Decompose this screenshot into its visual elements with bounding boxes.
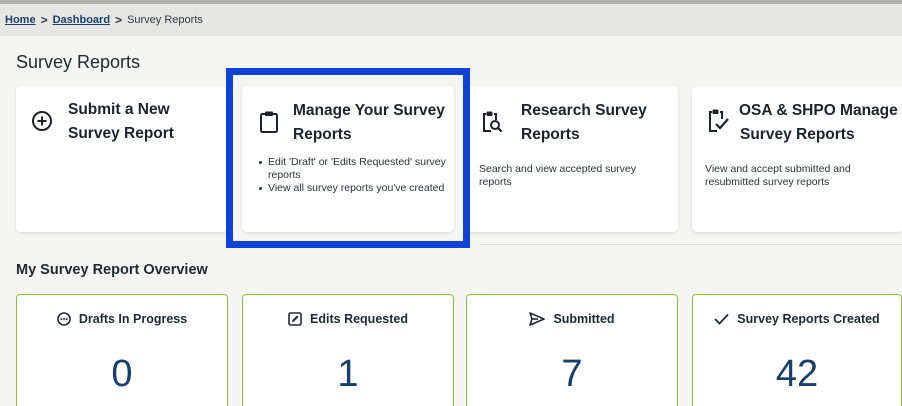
divider	[480, 244, 902, 245]
stat-label: Edits Requested	[310, 312, 408, 326]
card-description: View and accept submitted and resubmitte…	[705, 163, 851, 188]
edit-square-icon	[288, 312, 302, 326]
breadcrumb-separator: >	[115, 13, 123, 27]
dots-circle-icon	[57, 312, 71, 326]
send-icon	[529, 312, 546, 326]
overview-section-title: My Survey Report Overview	[16, 262, 208, 278]
list-item: Edit 'Draft' or 'Edits Requested' survey…	[258, 156, 448, 182]
plus-circle-icon	[31, 110, 53, 132]
stat-card-submitted[interactable]: Submitted 7	[466, 294, 678, 406]
card-title: Research Survey Reports	[521, 102, 647, 143]
osa-shpo-manage-card[interactable]: OSA & SHPO Manage Survey Reports View an…	[692, 86, 902, 232]
breadcrumb-separator: >	[40, 13, 48, 27]
stat-value: 1	[337, 353, 359, 395]
clipboard-search-icon	[480, 110, 504, 134]
stat-card-drafts[interactable]: Drafts In Progress 0	[16, 294, 228, 406]
breadcrumb-home-link[interactable]: Home	[5, 14, 36, 26]
card-title: OSA & SHPO Manage Survey Reports	[739, 102, 898, 143]
submit-survey-report-card[interactable]: Submit a New Survey Report	[16, 86, 228, 232]
stat-label: Submitted	[553, 312, 615, 326]
clipboard-check-icon	[706, 108, 730, 134]
stat-value: 42	[775, 353, 819, 395]
card-description: Search and view accepted survey reports	[479, 163, 637, 188]
breadcrumb-dashboard-link[interactable]: Dashboard	[53, 14, 110, 26]
card-bullet-list: Edit 'Draft' or 'Edits Requested' survey…	[258, 156, 448, 195]
stat-label: Survey Reports Created	[737, 312, 880, 326]
card-title: Manage Your Survey Reports	[293, 102, 445, 143]
stat-value: 0	[111, 353, 133, 395]
page-title: Survey Reports	[16, 52, 141, 72]
research-survey-reports-card[interactable]: Research Survey Reports Search and view …	[466, 86, 678, 232]
breadcrumb: Home > Dashboard > Survey Reports	[0, 0, 902, 36]
stat-card-edits-requested[interactable]: Edits Requested 1	[242, 294, 454, 406]
stat-value: 7	[561, 353, 583, 395]
card-title: Submit a New Survey Report	[68, 101, 174, 142]
list-item: View all survey reports you've created	[258, 182, 448, 195]
stat-card-reports-created[interactable]: Survey Reports Created 42	[692, 294, 902, 406]
check-icon	[714, 313, 729, 325]
breadcrumb-current: Survey Reports	[127, 14, 203, 26]
stat-label: Drafts In Progress	[78, 312, 188, 326]
manage-survey-reports-card[interactable]: Manage Your Survey Reports Edit 'Draft' …	[242, 86, 454, 232]
clipboard-icon	[259, 110, 279, 134]
